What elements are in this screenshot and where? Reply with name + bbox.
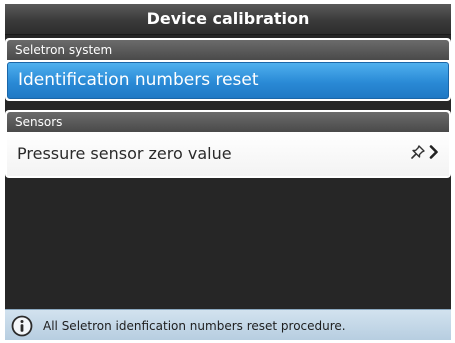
status-bar: All Seletron idenfication numbers reset … (5, 309, 451, 340)
status-text: All Seletron idenfication numbers reset … (43, 318, 346, 333)
menu-item-identification-numbers-reset[interactable]: Identification numbers reset (7, 62, 449, 99)
menu-item-label: Pressure sensor zero value (17, 144, 232, 163)
menu-item-pressure-sensor-zero-value[interactable]: Pressure sensor zero value (7, 132, 449, 176)
group-header-seletron-system: Seletron system (7, 40, 449, 60)
chevron-right-icon (429, 132, 439, 176)
pin-icon (411, 132, 425, 176)
group-seletron-system: Seletron system Identification numbers r… (5, 38, 451, 101)
group-header-sensors: Sensors (7, 112, 449, 132)
device-screen: Device calibration Seletron system Ident… (5, 4, 451, 340)
group-sensors: Sensors Pressure sensor zero value (5, 110, 451, 178)
info-icon (11, 315, 33, 337)
window-title: Device calibration (5, 4, 451, 35)
